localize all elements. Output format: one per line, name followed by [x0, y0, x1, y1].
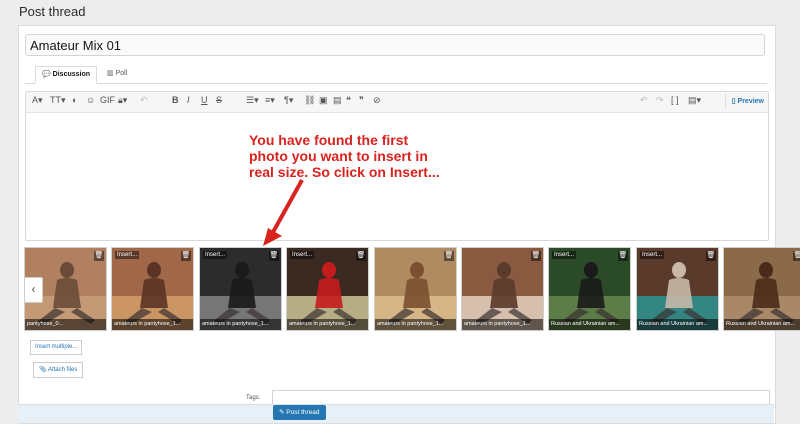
font-size-icon[interactable]: TT▾: [50, 95, 66, 106]
attachment-caption: Russian and Ukrainian am...: [724, 319, 800, 330]
trash-icon[interactable]: 🗑︎: [531, 251, 541, 261]
tags-label: Tags:: [246, 395, 261, 401]
attachment-caption: amateurs in pantyhose_1...: [287, 319, 368, 330]
list-icon[interactable]: ☰▾: [246, 95, 259, 106]
annotation-line: photo you want to insert in: [249, 148, 428, 164]
chat-icon: 💬: [42, 71, 51, 78]
attachment-caption: Russian and Ukrainian am...: [637, 319, 718, 330]
attachment-caption: amateurs in pantyhose_1...: [200, 319, 281, 330]
attach-files-button[interactable]: 📎︎ Attach files: [33, 362, 84, 378]
smilie-icon[interactable]: ☺: [86, 95, 95, 105]
attachment-thumbnail[interactable]: Insert... 🗑︎ amateurs in pantyhose_1...: [199, 247, 282, 331]
undo-icon-right: ↶: [640, 95, 648, 105]
attachment-thumbnail[interactable]: 🗑︎ amateurs in pantyhose_1...: [374, 247, 457, 331]
tab-poll[interactable]: ▥ Poll: [101, 66, 133, 82]
thread-title-input[interactable]: Amateur Mix 01: [25, 34, 765, 56]
document-icon: ▯: [731, 98, 736, 105]
insert-multiple-button[interactable]: Insert multiple...: [30, 340, 83, 355]
underline-icon[interactable]: U: [201, 95, 208, 105]
attachment-thumbnail[interactable]: Insert... 🗑︎ amateurs in pantyhose_1...: [111, 247, 194, 331]
post-thread-button[interactable]: ✎ Post thread: [273, 405, 326, 420]
thread-form: Amateur Mix 01 💬 Discussion ▥ Poll A▾ TT…: [18, 25, 776, 424]
quote-icon[interactable]: ❝: [346, 95, 351, 106]
tab-discussion[interactable]: 💬 Discussion: [35, 66, 98, 84]
undo-icon: ↶: [140, 95, 148, 105]
link-icon[interactable]: ⛓︎: [304, 95, 315, 106]
trash-icon[interactable]: 🗑︎: [356, 251, 366, 261]
trash-icon[interactable]: 🗑︎: [181, 251, 191, 261]
tutorial-annotation: You have found the first photo you want …: [249, 132, 440, 180]
attachment-caption: amateurs in pantyhose_1...: [462, 319, 543, 330]
annotation-arrow: [263, 179, 304, 246]
attachment-thumbnail[interactable]: Insert... 🗑︎ Russian and Ukrainian am...: [548, 247, 631, 331]
attachment-thumbnail[interactable]: 🗑︎ Russian and Ukrainian am...: [723, 247, 800, 331]
attachment-thumbnail[interactable]: 🗑︎ amateurs in pantyhose_1...: [461, 247, 544, 331]
gif-icon[interactable]: GIF: [100, 95, 115, 105]
post-thread-label: Post thread: [286, 409, 320, 416]
color-palette-icon[interactable]: ◐: [72, 95, 77, 105]
trash-icon[interactable]: 🗑︎: [269, 251, 279, 261]
insert-button[interactable]: Insert...: [115, 251, 140, 259]
attachment-thumbnail[interactable]: Insert... 🗑︎ amateurs in pantyhose_1...: [286, 247, 369, 331]
trash-icon[interactable]: 🗑︎: [793, 251, 800, 261]
insert-button[interactable]: Insert...: [290, 251, 315, 259]
tab-poll-label: Poll: [115, 70, 128, 77]
font-family-icon[interactable]: A▾: [32, 95, 43, 106]
editor-toolbar: A▾ TT▾ ◐ ☺ GIF 🔒︎▾ ↶ B I U S ☰▾ ≡▾ ¶▾ ⛓︎…: [26, 92, 768, 113]
bar-chart-icon: ▥: [107, 70, 114, 77]
attachment-caption: amateurs in pantyhose_1...: [112, 319, 193, 330]
insert-button[interactable]: Insert...: [552, 251, 577, 259]
paperclip-icon: 📎︎: [39, 367, 47, 373]
tab-discussion-label: Discussion: [52, 71, 91, 78]
redo-icon: ↷: [656, 95, 664, 105]
strikethrough-icon[interactable]: S: [216, 95, 222, 105]
attachment-strip: 🗑︎ pantyhose_0... Insert... 🗑︎ amateurs in p…: [24, 247, 800, 331]
media-icon[interactable]: ▤: [333, 95, 342, 106]
attachment-caption: pantyhose_0...: [25, 319, 106, 330]
trash-icon[interactable]: 🗑︎: [618, 251, 628, 261]
code-brackets-icon[interactable]: [ ]: [671, 95, 679, 105]
italic-icon[interactable]: I: [187, 95, 190, 105]
spoiler-icon[interactable]: ❞: [359, 95, 364, 106]
save-draft-icon[interactable]: ▤▾: [688, 95, 701, 106]
trash-icon[interactable]: 🗑︎: [444, 251, 454, 261]
align-icon[interactable]: ≡▾: [265, 95, 275, 106]
attach-files-label: Attach files: [47, 367, 78, 373]
image-icon[interactable]: ▣: [319, 95, 328, 106]
trash-icon[interactable]: 🗑︎: [94, 251, 104, 261]
bold-icon[interactable]: B: [172, 95, 179, 105]
trash-icon[interactable]: 🗑︎: [706, 251, 716, 261]
paragraph-icon[interactable]: ¶▾: [284, 95, 293, 106]
edit-icon: ✎: [279, 409, 285, 416]
insert-button[interactable]: Insert...: [203, 251, 228, 259]
annotation-line: You have found the first: [249, 132, 409, 148]
preview-label: Preview: [737, 98, 764, 105]
form-footer: [18, 404, 774, 423]
preview-button[interactable]: ▯ Preview: [724, 94, 764, 109]
insert-button[interactable]: Insert...: [640, 251, 665, 259]
attachment-caption: amateurs in pantyhose_1...: [375, 319, 456, 330]
chevron-left-icon[interactable]: ‹: [24, 277, 43, 303]
lock-icon[interactable]: 🔒︎▾: [118, 95, 127, 106]
attachment-thumbnail[interactable]: Insert... 🗑︎ Russian and Ukrainian am...: [636, 247, 719, 331]
hide-icon[interactable]: ⊘: [373, 95, 381, 106]
editor-tabs: 💬 Discussion ▥ Poll: [25, 66, 767, 84]
attachment-caption: Russian and Ukrainian am...: [549, 319, 630, 330]
page-title: Post thread: [19, 4, 86, 19]
